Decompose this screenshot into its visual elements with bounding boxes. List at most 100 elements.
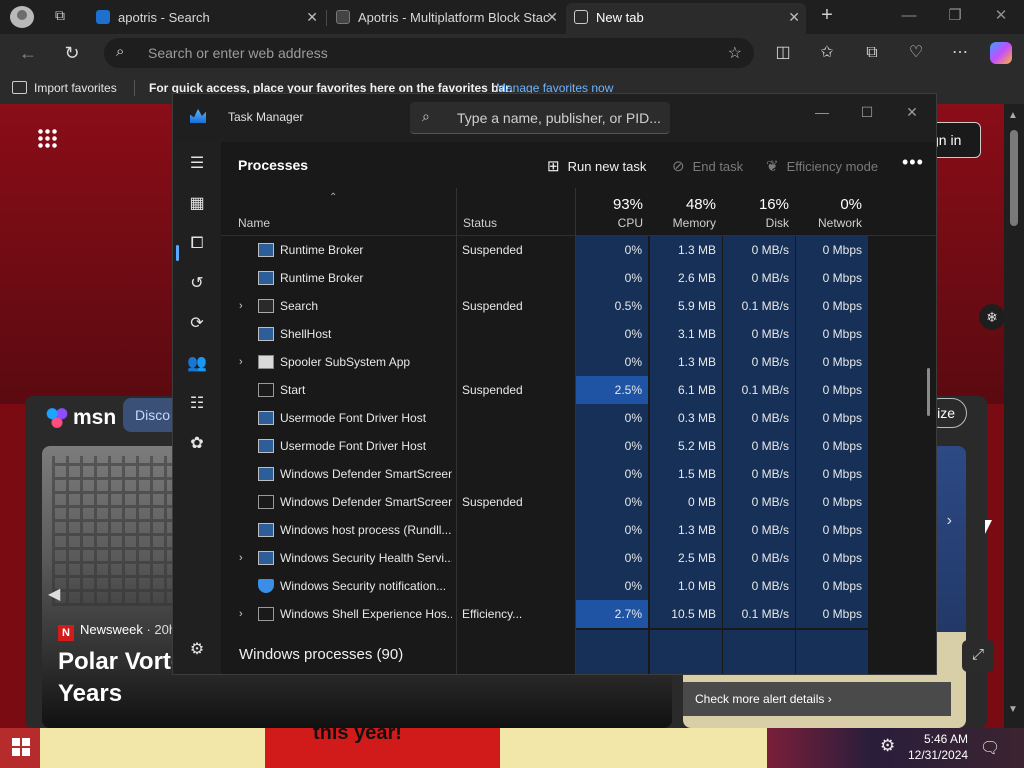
minimize-button[interactable]: — (799, 100, 845, 124)
process-search-input[interactable]: Type a name, publisher, or PID... (457, 110, 661, 126)
performance-icon[interactable]: ⧠ (185, 232, 209, 256)
tab-new-tab[interactable]: New tab ✕ (566, 3, 806, 34)
weather-snow-icon[interactable]: ❄ (979, 304, 1005, 330)
more-menu-icon[interactable]: ⋯ (948, 42, 972, 64)
expand-chevron-icon[interactable]: › (239, 600, 243, 628)
close-icon[interactable]: ✕ (306, 3, 318, 32)
table-row[interactable]: › Search Suspended 0.5% 5.9 MB 0.1 MB/s 0 Mbps (221, 292, 936, 320)
table-row[interactable]: Windows Defender SmartScreen 0% 1.5 MB 0 MB… (221, 460, 936, 488)
process-susp-icon (258, 495, 274, 509)
table-row[interactable]: › Windows Security Health Servi... 0% 2.5 M… (221, 544, 936, 572)
start-button[interactable] (0, 728, 40, 768)
next-arrow-icon[interactable]: › (947, 512, 952, 530)
tab-actions-icon[interactable]: ⧉ (49, 7, 71, 27)
column-header-name[interactable]: Name (221, 188, 456, 236)
scroll-up-icon[interactable]: ▲ (1008, 110, 1018, 121)
table-row[interactable]: Windows host process (Rundll... 0% 1.3 MB 0… (221, 516, 936, 544)
tab-title: Apotris - Multiplatform Block Stac (358, 10, 550, 25)
cpu-value: 0% (576, 404, 648, 432)
run-new-task-button[interactable]: ⊞ Run new task (547, 157, 646, 175)
apps-grid-icon[interactable] (37, 128, 59, 150)
favorites-divider (134, 80, 135, 96)
table-row[interactable]: Windows Security notification... 0% 1.0 MB… (221, 572, 936, 600)
close-icon[interactable]: ✕ (788, 3, 800, 32)
table-row[interactable]: › Spooler SubSystem App 0% 1.3 MB 0 MB/s 0 Mb… (221, 348, 936, 376)
profile-avatar[interactable] (10, 6, 34, 28)
maximize-button[interactable]: ☐ (844, 100, 890, 124)
table-row[interactable]: Runtime Broker Suspended 0% 1.3 MB 0 MB/s 0 M… (221, 236, 936, 264)
disk-value: 0 MB/s (723, 432, 795, 460)
address-input[interactable]: Search or enter web address (148, 45, 328, 61)
close-button[interactable]: ✕ (889, 100, 935, 124)
new-tab-button[interactable]: + (815, 4, 839, 28)
import-favorites-link[interactable]: Import favorites (34, 81, 117, 95)
copilot-icon[interactable] (990, 42, 1012, 64)
details-icon[interactable]: ☷ (185, 392, 209, 416)
table-row[interactable]: Start Suspended 2.5% 6.1 MB 0.1 MB/s 0 Mbps (221, 376, 936, 404)
previous-arrow-icon[interactable]: ◀ (48, 584, 60, 604)
table-row[interactable]: Usermode Font Driver Host 0% 0.3 MB 0 MB/s 0… (221, 404, 936, 432)
table-row[interactable]: ShellHost 0% 3.1 MB 0 MB/s 0 Mbps (221, 320, 936, 348)
browser-essentials-icon[interactable]: ♡ (904, 42, 928, 64)
refresh-button[interactable]: ↻ (60, 42, 84, 64)
menu-icon[interactable]: ☰ (185, 152, 209, 176)
settings-tray-icon[interactable]: ⚙ (880, 736, 895, 756)
back-button[interactable]: ← (16, 42, 40, 64)
tab-apotris-search[interactable]: apotris - Search ✕ (88, 3, 324, 34)
process-list: Runtime Broker Suspended 0% 1.3 MB 0 MB/s 0 M… (221, 236, 936, 630)
address-bar[interactable]: ⌕ Search or enter web address ☆ (104, 38, 754, 68)
scroll-down-icon[interactable]: ▼ (1008, 704, 1018, 715)
settings-icon[interactable]: ⚙ (185, 638, 209, 662)
end-task-button[interactable]: ⊘ End task (672, 157, 743, 175)
close-window-button[interactable]: ✕ (978, 4, 1024, 28)
scrollbar-thumb[interactable] (1010, 130, 1018, 226)
process-status (462, 516, 572, 544)
news-headline[interactable]: Polar Vorte Years (58, 646, 184, 710)
clock[interactable]: 5:46 AM 12/31/2024 (908, 731, 968, 763)
memory-value: 1.3 MB (650, 348, 722, 376)
alert-details-link[interactable]: Check more alert details › (683, 682, 951, 716)
restore-button[interactable]: ❐ (932, 4, 978, 28)
process-name: Runtime Broker (280, 271, 364, 285)
column-header-cpu[interactable]: 93% CPU (576, 188, 649, 236)
process-list-scrollbar[interactable] (927, 368, 930, 416)
close-icon[interactable]: ✕ (546, 3, 558, 32)
favorites-icon[interactable]: ✩ (815, 42, 839, 64)
more-options-button[interactable]: ••• (902, 152, 924, 173)
process-name: Windows Security Health Servi... (280, 551, 452, 565)
page-scrollbar[interactable]: ▲ ▼ (1004, 104, 1024, 728)
network-value: 0 Mbps (796, 600, 868, 628)
favorite-star-icon[interactable]: ☆ (728, 43, 742, 63)
column-header-status[interactable]: Status (457, 188, 575, 236)
search-icon: ⌕ (422, 108, 430, 124)
minimize-button[interactable]: — (886, 4, 932, 28)
startup-apps-icon[interactable]: ⟳ (185, 312, 209, 336)
msn-logo[interactable]: msn (45, 406, 116, 430)
collections-icon[interactable]: ⧉ (860, 42, 884, 64)
table-row[interactable]: Windows Defender SmartScreen Suspended 0% 0… (221, 488, 936, 516)
notification-icon[interactable]: 🗨 (980, 738, 1000, 758)
memory-value: 5.2 MB (650, 432, 722, 460)
group-header-windows-processes[interactable]: Windows processes (90) (239, 646, 403, 663)
efficiency-mode-button[interactable]: ❦ Efficiency mode (766, 157, 878, 175)
table-row[interactable]: › Windows Shell Experience Hos... Efficien… (221, 600, 936, 628)
table-row[interactable]: Runtime Broker 0% 2.6 MB 0 MB/s 0 Mbps (221, 264, 936, 292)
processes-icon[interactable]: ▦ (185, 192, 209, 216)
expand-chevron-icon[interactable]: › (239, 544, 243, 572)
column-header-network[interactable]: 0% Network (796, 188, 868, 236)
process-name: Windows host process (Rundll... (280, 523, 452, 537)
app-history-icon[interactable]: ↺ (185, 272, 209, 296)
expand-chevron-icon[interactable]: › (239, 348, 243, 376)
process-search-box[interactable]: ⌕ Type a name, publisher, or PID... (410, 102, 670, 134)
split-screen-icon[interactable]: ◫ (771, 42, 795, 64)
users-icon[interactable]: 👥 (185, 352, 209, 376)
column-header-row: ⌃ Name Status 93% CPU 48% Memory 16% Dis… (221, 188, 936, 236)
tab-apotris-site[interactable]: Apotris - Multiplatform Block Stac ✕ (328, 3, 564, 34)
expand-chevron-icon[interactable]: › (239, 292, 243, 320)
expand-icon[interactable]: ⤢ (962, 640, 994, 672)
table-row[interactable]: Usermode Font Driver Host 0% 5.2 MB 0 MB/s 0… (221, 432, 936, 460)
services-icon[interactable]: ✿ (185, 432, 209, 456)
column-header-memory[interactable]: 48% Memory (650, 188, 722, 236)
column-header-disk[interactable]: 16% Disk (723, 188, 795, 236)
task-manager-titlebar: Task Manager ⌕ Type a name, publisher, o… (173, 94, 936, 142)
